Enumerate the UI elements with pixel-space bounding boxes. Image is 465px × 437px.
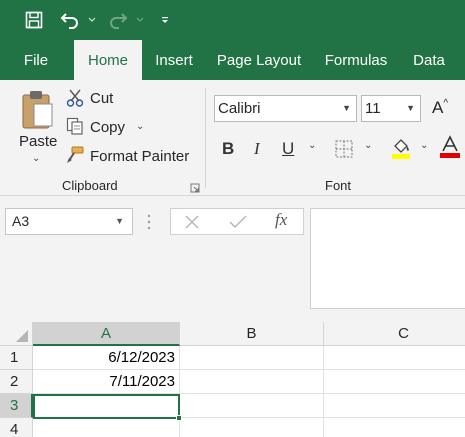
group-separator [205,88,206,188]
cell-c1[interactable] [324,346,465,370]
format-painter-icon[interactable] [66,146,84,164]
active-cell-outline [33,394,180,419]
tab-file[interactable]: File [12,40,60,80]
save-icon[interactable] [22,8,46,32]
cancel-icon[interactable] [184,214,200,235]
copy-label[interactable]: Copy [90,119,125,136]
font-name-select[interactable]: Calibri ▼ [214,95,357,122]
font-size-value: 11 [365,100,381,117]
fill-handle[interactable] [176,415,182,421]
underline-button[interactable]: U [282,139,294,161]
formula-bar: A3 ▼ fx [0,197,465,322]
tab-page-layout[interactable]: Page Layout [212,40,306,80]
cell-a2[interactable]: 7/11/2023 [33,370,180,394]
enter-check-icon[interactable] [229,214,247,235]
column-header-c[interactable]: C [324,322,465,346]
row-header-3[interactable]: 3 [0,394,33,418]
tab-home[interactable]: Home [74,40,142,80]
fill-color-icon[interactable] [390,136,412,160]
tab-data[interactable]: Data [404,40,454,80]
name-box[interactable]: A3 ▼ [5,208,133,235]
column-header-a[interactable]: A [33,322,180,346]
cell-a1[interactable]: 6/12/2023 [33,346,180,370]
bold-button[interactable]: B [222,139,234,161]
chevron-down-icon: ▼ [342,103,351,113]
redo-icon[interactable] [106,8,130,32]
paste-label[interactable]: Paste [19,133,57,150]
customize-qat-icon[interactable] [158,8,172,32]
clipboard-group-label: Clipboard [62,178,118,193]
cell-b2[interactable] [180,370,324,394]
cell-a4[interactable] [33,418,180,437]
column-header-b[interactable]: B [180,322,324,346]
borders-dropdown-icon[interactable]: ⌄ [364,140,372,151]
copy-icon[interactable] [66,117,84,135]
font-name-value: Calibri [218,100,261,117]
tab-formulas[interactable]: Formulas [318,40,394,80]
cut-icon[interactable] [66,89,84,107]
clipboard-launcher-icon[interactable] [190,180,200,193]
redo-dropdown-icon[interactable] [134,8,146,32]
formula-bar-resize-handle[interactable] [146,213,152,231]
copy-dropdown-icon[interactable]: ⌄ [136,121,144,132]
row-header-4[interactable]: 4 [0,418,33,437]
formula-buttons: fx [170,208,304,235]
select-all-corner[interactable] [0,322,33,346]
underline-dropdown-icon[interactable]: ⌄ [308,140,316,151]
row-header-1[interactable]: 1 [0,346,33,370]
format-painter-label[interactable]: Format Painter [90,148,189,165]
cut-label[interactable]: Cut [90,90,113,107]
borders-icon[interactable] [334,139,354,159]
quick-access-toolbar [0,0,465,40]
ribbon-tabs: File Home Insert Page Layout Formulas Da… [0,40,465,80]
cell-c4[interactable] [324,418,465,437]
chevron-down-icon: ▼ [115,216,124,226]
increase-font-size-button[interactable]: A^ [432,98,448,118]
cell-b4[interactable] [180,418,324,437]
font-group-label: Font [325,178,352,193]
undo-icon[interactable] [58,8,82,32]
font-color-button[interactable] [440,135,460,159]
name-box-value: A3 [12,213,30,229]
paste-dropdown-icon[interactable]: ⌄ [32,153,40,164]
font-size-select[interactable]: 11 ▼ [361,95,421,122]
increase-font-size-label: A [432,98,444,117]
paste-icon[interactable] [20,88,56,132]
italic-button[interactable]: I [254,139,260,161]
cell-c3[interactable] [324,394,465,418]
chevron-down-icon: ▼ [406,103,415,113]
formula-input[interactable] [310,208,465,309]
ribbon: Paste ⌄ Cut Copy ⌄ Format Painter Clipbo… [0,80,465,196]
spreadsheet-grid: A B C 1 2 3 4 6/12/2023 7/11/2023 [0,322,465,437]
tab-insert[interactable]: Insert [146,40,202,80]
fill-color-dropdown-icon[interactable]: ⌄ [420,140,428,151]
cell-b3[interactable] [180,394,324,418]
cell-c2[interactable] [324,370,465,394]
cell-b1[interactable] [180,346,324,370]
caret-up-icon: ^ [443,98,449,109]
insert-function-icon[interactable]: fx [275,210,287,230]
row-header-2[interactable]: 2 [0,370,33,394]
undo-dropdown-icon[interactable] [86,8,98,32]
